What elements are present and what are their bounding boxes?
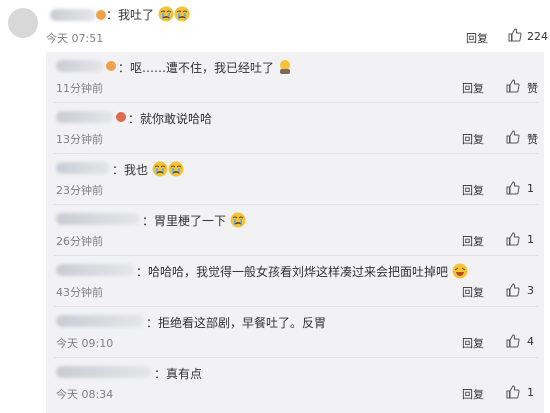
username-blurred[interactable] [56,213,140,225]
reply-button[interactable]: 回复 [462,335,484,351]
username-blurred[interactable] [56,60,104,72]
username-blurred[interactable] [56,111,114,123]
reply-text-row: ：哈哈哈，我觉得一般女孩看刘烨这样凑过来会把面吐掉吧 [136,263,468,280]
like-count: 1 [527,233,534,246]
reply-time: 11分钟前 [56,82,103,95]
user-badge-icon [96,10,106,20]
thumbs-up-icon[interactable] [506,283,520,297]
reply-time: 今天 09:10 [56,337,114,350]
reply-time: 13分钟前 [56,133,103,146]
reply-text-row: ：拒绝看这部剧，早餐吐了。反胃 [146,314,326,331]
avatar[interactable] [8,8,38,38]
reply-text-row: ：就你敢说哈哈 [128,110,212,127]
username-blurred[interactable] [56,264,134,276]
reply-time: 今天 08:34 [56,388,114,401]
reply-text: ：我也 [112,163,149,177]
reply-item: ：真有点 今天 08:34 回复 1 [46,358,544,409]
thumbs-up-icon[interactable] [508,28,522,42]
reply-text: ：真有点 [154,367,203,381]
reply-time: 26分钟前 [56,235,103,248]
replies-panel: ：呕……遭不住，我已经吐了 11分钟前 回复 赞 ：就你敢说哈哈 13分钟前 回… [46,52,544,413]
like-count: 赞 [527,82,538,95]
comment-time: 今天 07:51 [46,32,104,45]
crying-emoji-icon [230,212,246,228]
reply-item: ：拒绝看这部剧，早餐吐了。反胃 今天 09:10 回复 4 [46,307,544,358]
comment-text-row: ：我吐了 [106,6,190,23]
user-badge-icon [116,112,126,122]
username-blurred[interactable] [56,162,110,174]
reply-text: ：拒绝看这部剧，早餐吐了。反胃 [146,316,327,330]
username-blurred[interactable] [56,366,152,378]
reply-text: ：呕……遭不住，我已经吐了 [118,61,275,75]
like-count: 1 [527,182,534,195]
reply-item: ：胃里梗了一下 26分钟前 回复 1 [46,205,544,256]
reply-item: ：就你敢说哈哈 13分钟前 回复 赞 [46,103,544,154]
crying-emoji-icon [152,161,168,177]
username-blurred[interactable] [56,315,144,327]
reply-text: ：胃里梗了一下 [142,214,227,228]
reply-text-row: ：真有点 [154,365,202,382]
like-count: 3 [527,284,534,297]
thumbs-up-icon[interactable] [506,334,520,348]
comment-text: ：我吐了 [106,8,155,22]
username-blurred[interactable] [50,9,96,21]
like-count: 1 [527,386,534,399]
reply-text-row: ：呕……遭不住，我已经吐了 [118,59,292,76]
thumbs-up-icon[interactable] [506,181,520,195]
reply-button[interactable]: 回复 [462,80,484,96]
reply-button[interactable]: 回复 [466,30,488,46]
reply-button[interactable]: 回复 [462,233,484,249]
reply-button[interactable]: 回复 [462,386,484,402]
reply-time: 23分钟前 [56,184,103,197]
reply-item: ：我也 23分钟前 回复 1 [46,154,544,205]
sick-emoji-icon [279,60,290,74]
reply-button[interactable]: 回复 [462,131,484,147]
reply-button[interactable]: 回复 [462,182,484,198]
main-comment: ：我吐了 今天 07:51 回复 224 [0,0,550,52]
reply-text: ：就你敢说哈哈 [128,112,213,126]
thumbs-up-icon[interactable] [506,385,520,399]
reply-text-row: ：我也 [112,161,184,178]
reply-item: ：哈哈哈，我觉得一般女孩看刘烨这样凑过来会把面吐掉吧 43分钟前 回复 3 [46,256,544,307]
reply-text: ：哈哈哈，我觉得一般女孩看刘烨这样凑过来会把面吐掉吧 [136,265,449,279]
thumbs-up-icon[interactable] [506,232,520,246]
crying-emoji-icon [168,161,184,177]
thumbs-up-icon[interactable] [506,130,520,144]
like-count: 赞 [527,133,538,146]
laughing-emoji-icon [452,263,468,279]
reply-text-row: ：胃里梗了一下 [142,212,246,229]
user-badge-icon [106,61,116,71]
crying-emoji-icon [158,6,174,22]
reply-item: ：呕……遭不住，我已经吐了 11分钟前 回复 赞 [46,52,544,103]
crying-emoji-icon [174,6,190,22]
thumbs-up-icon[interactable] [506,79,520,93]
reply-time: 43分钟前 [56,286,103,299]
reply-button[interactable]: 回复 [462,284,484,300]
like-count: 4 [527,335,534,348]
like-count: 224 [527,30,548,43]
